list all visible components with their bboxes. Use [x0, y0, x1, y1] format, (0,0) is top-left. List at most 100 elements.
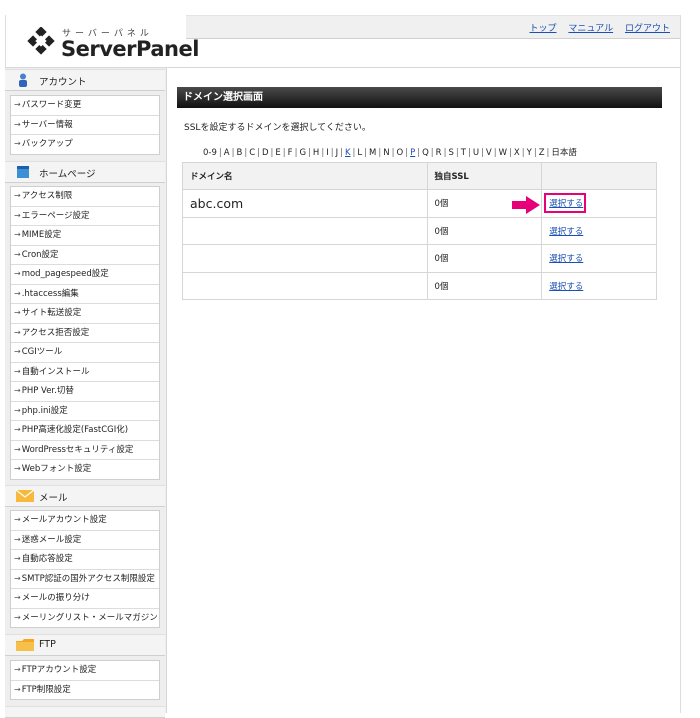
sidebar-item[interactable]: →迷惑メール設定 — [11, 531, 159, 550]
sidebar-item[interactable]: →メーリングリスト・メールマガジン — [11, 609, 159, 628]
index-separator: | — [364, 148, 368, 158]
sidebar-item-label: アクセス制限 — [21, 191, 73, 201]
alphabet-index-link[interactable]: H — [313, 148, 319, 158]
alphabet-index-link[interactable]: F — [288, 148, 293, 158]
sidebar-item[interactable]: →mod_pagespeed設定 — [11, 265, 159, 285]
sidebar-section-label: アカウント — [39, 77, 87, 88]
arrow-right-icon: → — [14, 665, 21, 674]
sidebar-item[interactable]: →パスワード変更 — [11, 96, 159, 116]
alphabet-index-link[interactable]: O — [397, 148, 404, 158]
alphabet-index-link[interactable]: M — [369, 148, 376, 158]
sidebar-item-label: mod_pagespeed設定 — [21, 269, 109, 279]
sidebar-item[interactable]: →サーバー情報 — [11, 116, 159, 135]
ssl-count-cell: 0個 — [426, 216, 543, 245]
arrow-right-icon: → — [14, 347, 21, 356]
sidebar-item[interactable]: →FTPアカウント設定 — [11, 661, 159, 681]
index-separator: | — [378, 148, 382, 158]
sidebar-item[interactable]: →PHP Ver.切替 — [11, 382, 159, 402]
index-separator: | — [282, 148, 286, 158]
index-separator: | — [493, 148, 497, 158]
alphabet-index-link[interactable]: 0-9 — [203, 148, 217, 158]
sidebar-item[interactable]: →MIME設定 — [11, 226, 159, 246]
sidebar-item[interactable]: →サイト転送設定 — [11, 304, 159, 324]
sidebar-item[interactable]: →Webフォント設定 — [11, 460, 159, 479]
sidebar-item[interactable]: →アクセス制限 — [11, 187, 159, 207]
select-domain-link[interactable]: 選択する — [549, 282, 583, 292]
alphabet-index-link[interactable]: N — [383, 148, 389, 158]
sidebar-item[interactable]: →SMTP認証の国外アクセス制限設定 — [11, 570, 159, 589]
alphabet-index-link[interactable]: Y — [527, 148, 532, 158]
top-bar: トップ マニュアル ログアウト — [186, 15, 680, 39]
domain-name-cell: abc.com — [182, 189, 428, 218]
alphabet-index-link[interactable]: A — [224, 148, 230, 158]
alphabet-index-link[interactable]: 日本語 — [551, 148, 577, 158]
select-domain-link[interactable]: 選択する — [549, 254, 583, 264]
sidebar-item[interactable]: →自動インストール — [11, 363, 159, 382]
select-domain-link[interactable]: 選択する — [549, 227, 583, 237]
sidebar-item[interactable]: →自動応答設定 — [11, 550, 159, 570]
alphabet-index-link[interactable]: G — [299, 148, 306, 158]
top-link-top[interactable]: トップ — [529, 24, 556, 34]
logo-diamond-icon — [27, 27, 55, 55]
arrow-right-icon: → — [14, 191, 21, 200]
sidebar-item-label: 自動インストール — [21, 366, 90, 377]
alphabet-index-link[interactable]: L — [357, 148, 362, 158]
alphabet-index-link[interactable]: C — [249, 148, 255, 158]
alphabet-index-link[interactable]: E — [275, 148, 280, 158]
top-link-manual[interactable]: マニュアル — [568, 24, 613, 34]
sidebar-item[interactable]: →Cron設定 — [11, 246, 159, 265]
alphabet-index-link[interactable]: U — [473, 148, 479, 158]
alphabet-index-link[interactable]: D — [262, 148, 269, 158]
sidebar-item[interactable]: →アクセス拒否設定 — [11, 324, 159, 343]
sidebar-item[interactable]: →エラーページ設定 — [11, 207, 159, 226]
alphabet-index-link[interactable]: S — [448, 148, 453, 158]
sidebar-item[interactable]: →php.ini設定 — [11, 402, 159, 421]
sidebar-item-label: 迷惑メール設定 — [21, 534, 82, 545]
alphabet-index-link[interactable]: R — [436, 148, 442, 158]
alphabet-index-link[interactable]: T — [461, 148, 466, 158]
sidebar-item[interactable]: →FTP制限設定 — [11, 681, 159, 700]
arrow-right-icon: → — [14, 230, 21, 239]
logo: サーバーパネル ServerPanel — [5, 15, 199, 68]
index-separator: | — [391, 148, 395, 158]
sidebar-item[interactable]: →.htaccess編集 — [11, 285, 159, 304]
alphabet-index-link[interactable]: Q — [422, 148, 429, 158]
sidebar-item[interactable]: →メールアカウント設定 — [11, 511, 159, 531]
arrow-right-icon: → — [14, 612, 21, 622]
alphabet-index-link[interactable]: K — [345, 148, 351, 158]
top-link-logout[interactable]: ログアウト — [625, 24, 670, 34]
index-separator: | — [546, 148, 550, 158]
arrow-right-icon: → — [14, 119, 21, 129]
sidebar-item-label: php.ini設定 — [21, 405, 68, 416]
arrow-right-icon: → — [14, 288, 21, 298]
sidebar-item[interactable]: →CGIツール — [11, 343, 159, 363]
alphabet-index-link[interactable]: V — [486, 148, 492, 158]
sidebar-item-label: PHP高速化設定(FastCGI化) — [21, 425, 129, 435]
person-icon — [19, 73, 27, 87]
sidebar-item[interactable]: →バックアップ — [11, 135, 159, 154]
alphabet-index-link[interactable]: J — [336, 148, 339, 158]
arrow-right-icon: → — [14, 386, 21, 395]
sidebar-item-label: FTP制限設定 — [21, 684, 71, 695]
sidebar-item-label: サーバー情報 — [21, 119, 73, 130]
arrow-right-icon: → — [14, 534, 21, 544]
sidebar-section-ftp: FTP — [5, 634, 165, 656]
sidebar-item[interactable]: →メールの振り分け — [11, 589, 159, 609]
highlight-box — [544, 193, 586, 213]
domain-name-cell — [182, 271, 428, 300]
index-separator: | — [270, 148, 274, 158]
sidebar-item[interactable]: →WordPressセキュリティ設定 — [11, 441, 159, 460]
alphabet-index-link[interactable]: B — [236, 148, 242, 158]
arrow-right-icon: → — [14, 684, 21, 694]
alphabet-index-link[interactable]: W — [499, 148, 507, 158]
alphabet-index-link[interactable]: Z — [539, 148, 545, 158]
sidebar-item[interactable]: →PHP高速化設定(FastCGI化) — [11, 421, 159, 441]
alphabet-index-link[interactable]: X — [514, 148, 520, 158]
column-header-ssl: 独自SSL — [426, 162, 543, 190]
index-separator: | — [321, 148, 325, 158]
arrow-right-icon: → — [14, 464, 21, 473]
sidebar-item-label: エラーページ設定 — [21, 210, 90, 221]
alphabet-index-link[interactable]: P — [410, 148, 415, 158]
alphabet-index-link[interactable]: I — [326, 148, 329, 158]
index-separator: | — [257, 148, 260, 158]
